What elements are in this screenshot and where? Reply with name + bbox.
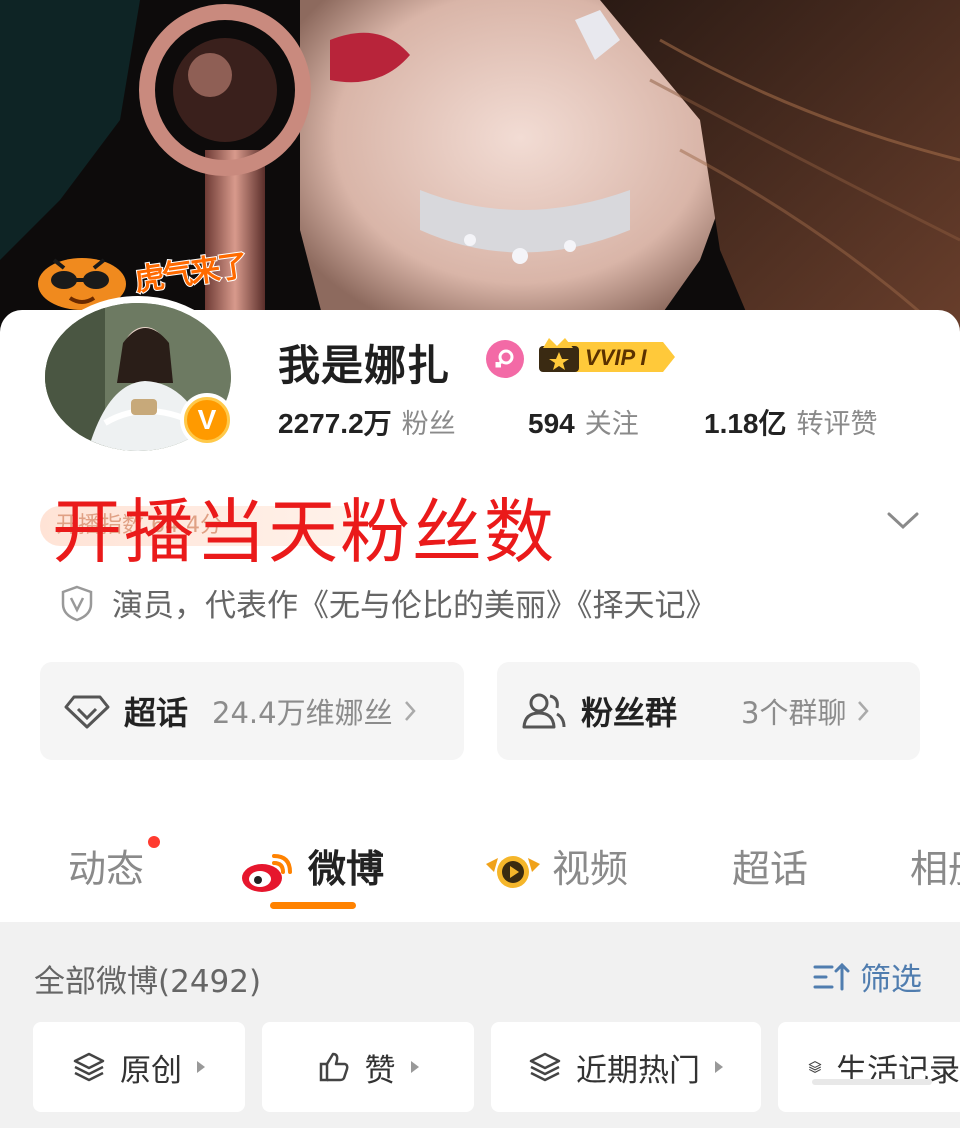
filter-sort-icon (813, 962, 850, 990)
chip-recent-hot[interactable]: 近期热门 (491, 1022, 761, 1112)
tab-dynamics[interactable]: 动态 (68, 838, 144, 893)
chip-likes[interactable]: 赞 (262, 1022, 474, 1112)
diamond-icon (64, 695, 110, 729)
stat-followers[interactable]: 2277.2万 粉丝 (278, 402, 456, 442)
tab-super-topic-label: 超话 (732, 847, 809, 891)
chip-original-label: 原创 (120, 1052, 182, 1089)
video-badge-icon (486, 855, 540, 888)
tab-album-label: 相册 (910, 847, 960, 891)
chip-likes-label: 赞 (364, 1052, 396, 1089)
expand-chevron-icon[interactable] (886, 508, 920, 532)
filter-label: 筛选 (860, 962, 922, 998)
tab-album[interactable]: 相册 (910, 838, 960, 893)
following-count: 594 (528, 408, 575, 439)
tab-super-topic[interactable]: 超话 (732, 838, 808, 893)
tab-video-label: 视频 (552, 847, 629, 891)
username: 我是娜扎 (278, 341, 451, 390)
female-gender-icon (486, 340, 524, 378)
group-people-icon (522, 693, 566, 729)
fan-group-title: 粉丝群 (581, 694, 678, 732)
fan-group-count: 3个群聊 (741, 696, 847, 730)
super-topic-members: 24.4万维娜丝 (212, 696, 393, 730)
weibo-logo-icon (242, 853, 292, 892)
stat-interactions[interactable]: 1.18亿 转评赞 (704, 402, 878, 442)
layers-icon (73, 1052, 105, 1082)
bio-row: 演员，代表作《无与伦比的美丽》《择天记》 (60, 580, 717, 625)
tab-weibo-label: 微博 (308, 847, 385, 891)
vvip-label: VVIP I (585, 345, 647, 370)
followers-label: 粉丝 (401, 409, 456, 440)
active-tab-underline (270, 902, 356, 909)
bio-text: 演员，代表作《无与伦比的美丽》《择天记》 (112, 588, 717, 624)
profile-tabs: 动态 微博 视频 超话 相册 (0, 820, 960, 920)
tab-video[interactable]: 视频 (484, 838, 628, 894)
watermark-dots (812, 1079, 932, 1085)
chip-recent-hot-label: 近期热门 (576, 1052, 700, 1089)
interactions-count: 1.18亿 (704, 408, 787, 439)
thumbs-up-icon (319, 1052, 348, 1082)
profile-banner[interactable]: 虎气来了 (0, 0, 960, 345)
feed-section: 全部微博(2492) 筛选 原创 赞 近期热门 生活记录 (0, 922, 960, 1128)
chip-life-record[interactable]: 生活记录 (778, 1022, 960, 1112)
fan-group-box[interactable]: 粉丝群 3个群聊 (497, 662, 920, 760)
tab-dynamics-red-dot (148, 836, 160, 848)
stat-following[interactable]: 594 关注 (528, 402, 639, 441)
caret-right-icon (197, 1061, 205, 1073)
followers-count: 2277.2万 (278, 408, 392, 439)
super-topic-box[interactable]: 超话 24.4万维娜丝 (40, 662, 464, 760)
layers-icon (529, 1052, 561, 1082)
super-topic-title: 超话 (124, 694, 189, 732)
chevron-right-icon (858, 701, 870, 721)
tab-dynamics-label: 动态 (68, 847, 145, 891)
feed-title: 全部微博(2492) (34, 964, 262, 1000)
chevron-right-icon (404, 701, 416, 721)
sticker-text: 虎气来了 (132, 247, 250, 299)
verified-shield-icon (61, 585, 93, 621)
caret-right-icon (715, 1061, 723, 1073)
filter-button[interactable]: 筛选 (812, 954, 922, 999)
caret-right-icon (410, 1061, 419, 1073)
tab-weibo[interactable]: 微博 (240, 838, 384, 894)
verified-v-icon: V (184, 397, 230, 443)
following-label: 关注 (584, 409, 639, 440)
interactions-label: 转评赞 (796, 409, 878, 440)
chip-original[interactable]: 原创 (33, 1022, 245, 1112)
red-annotation-text: 开播当天粉丝数 (52, 491, 556, 573)
vvip-badge[interactable]: VVIP I (535, 336, 677, 378)
verified-badge: V (180, 393, 234, 447)
